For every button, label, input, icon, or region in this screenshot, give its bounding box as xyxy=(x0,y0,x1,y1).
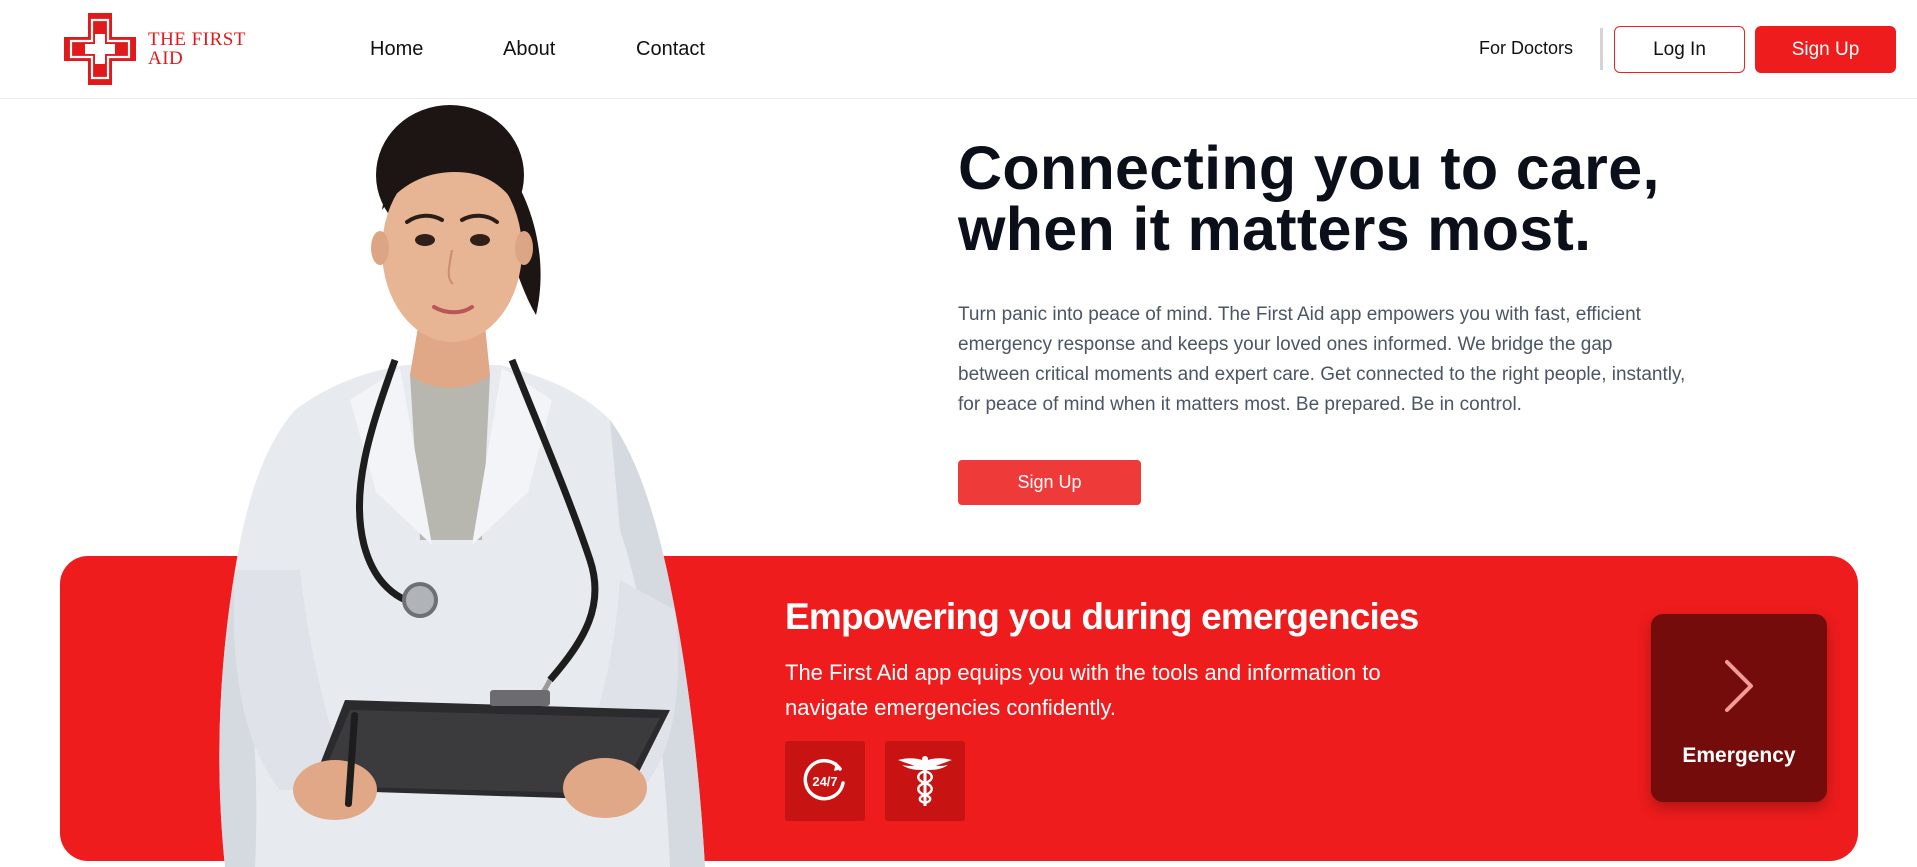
nav-link-about[interactable]: About xyxy=(503,38,555,61)
nav-link-home[interactable]: Home xyxy=(370,38,423,61)
for-doctors-link[interactable]: For Doctors xyxy=(1479,38,1573,59)
signup-button[interactable]: Sign Up xyxy=(1755,26,1896,73)
hero-signup-button[interactable]: Sign Up xyxy=(958,460,1141,505)
nav-divider xyxy=(1600,28,1603,70)
emergency-button[interactable]: Emergency xyxy=(1651,614,1827,802)
navbar: THE FIRST AID Home About Contact For Doc… xyxy=(0,0,1917,99)
banner-title: Empowering you during emergencies xyxy=(785,596,1419,637)
login-button[interactable]: Log In xyxy=(1614,26,1745,73)
feature-medical[interactable] xyxy=(885,741,965,821)
banner-description: The First Aid app equips you with the to… xyxy=(785,660,1381,720)
brand-logo[interactable]: THE FIRST AID xyxy=(62,11,258,87)
feature-24-7[interactable]: 24/7 xyxy=(785,741,865,821)
hero-title: Connecting you to care, when it matters … xyxy=(958,138,1858,260)
hero-title-line-2: when it matters most. xyxy=(958,195,1592,263)
caduceus-icon xyxy=(898,756,952,806)
hero-title-line-1: Connecting you to care, xyxy=(958,134,1660,202)
hero-description: Turn panic into peace of mind. The First… xyxy=(958,304,1686,415)
brand-name: THE FIRST AID xyxy=(148,29,246,69)
red-cross-icon xyxy=(64,13,136,85)
nav-link-contact[interactable]: Contact xyxy=(636,38,705,61)
emergency-label: Emergency xyxy=(1682,744,1796,767)
chevron-right-icon xyxy=(1725,660,1753,712)
hero-doctor-image xyxy=(219,105,705,867)
feature-24-7-label: 24/7 xyxy=(812,774,837,789)
clock-24-7-icon: 24/7 xyxy=(803,758,845,801)
